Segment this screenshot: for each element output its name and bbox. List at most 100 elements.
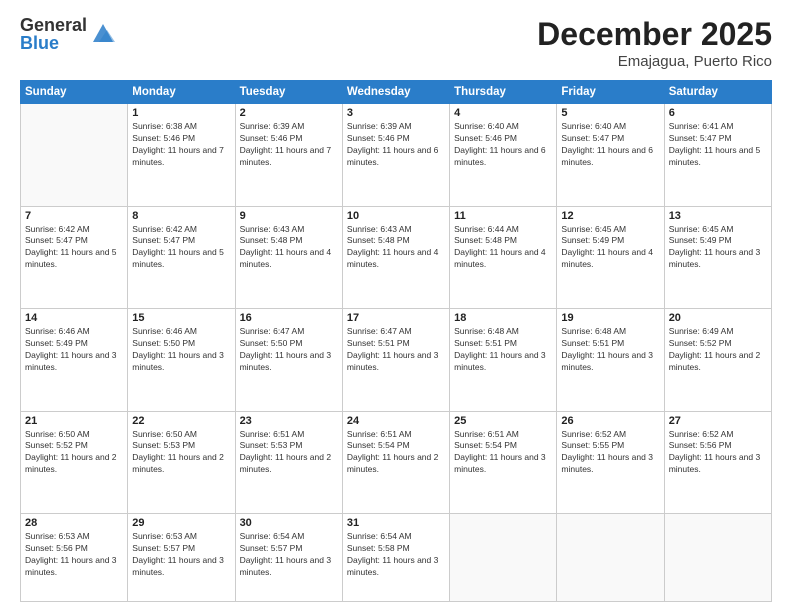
calendar-week-row: 14 Sunrise: 6:46 AMSunset: 5:49 PMDayligh… xyxy=(21,309,772,412)
day-number: 28 xyxy=(25,517,123,529)
day-number: 17 xyxy=(347,312,445,324)
header: General Blue December 2025 Emajagua, Pue… xyxy=(20,16,772,70)
day-info: Sunrise: 6:54 AMSunset: 5:58 PMDaylight:… xyxy=(347,531,445,579)
day-info: Sunrise: 6:53 AMSunset: 5:57 PMDaylight:… xyxy=(132,531,230,579)
logo-blue: Blue xyxy=(20,34,87,52)
table-row: 22 Sunrise: 6:50 AMSunset: 5:53 PMDayligh… xyxy=(128,411,235,514)
day-info: Sunrise: 6:49 AMSunset: 5:52 PMDaylight:… xyxy=(669,326,767,374)
day-number: 19 xyxy=(561,312,659,324)
day-number: 10 xyxy=(347,210,445,222)
day-info: Sunrise: 6:46 AMSunset: 5:49 PMDaylight:… xyxy=(25,326,123,374)
table-row: 2Sunrise: 6:39 AMSunset: 5:46 PMDaylight… xyxy=(235,104,342,207)
calendar-header-row: Sunday Monday Tuesday Wednesday Thursday… xyxy=(21,81,772,104)
day-info: Sunrise: 6:48 AMSunset: 5:51 PMDaylight:… xyxy=(561,326,659,374)
day-number: 25 xyxy=(454,415,552,427)
day-number: 12 xyxy=(561,210,659,222)
col-wednesday: Wednesday xyxy=(342,81,449,104)
day-number: 30 xyxy=(240,517,338,529)
day-info: Sunrise: 6:50 AMSunset: 5:53 PMDaylight:… xyxy=(132,429,230,477)
day-number: 21 xyxy=(25,415,123,427)
day-info: Sunrise: 6:42 AMSunset: 5:47 PMDaylight:… xyxy=(132,224,230,272)
table-row: 6 Sunrise: 6:41 AMSunset: 5:47 PMDaylight… xyxy=(664,104,771,207)
calendar-week-row: 28Sunrise: 6:53 AMSunset: 5:56 PMDayligh… xyxy=(21,514,772,602)
day-info: Sunrise: 6:44 AMSunset: 5:48 PMDaylight:… xyxy=(454,224,552,272)
day-number: 20 xyxy=(669,312,767,324)
table-row: 15Sunrise: 6:46 AMSunset: 5:50 PMDayligh… xyxy=(128,309,235,412)
day-info: Sunrise: 6:43 AMSunset: 5:48 PMDaylight:… xyxy=(240,224,338,272)
day-info: Sunrise: 6:47 AMSunset: 5:50 PMDaylight:… xyxy=(240,326,338,374)
table-row: 9Sunrise: 6:43 AMSunset: 5:48 PMDaylight… xyxy=(235,206,342,309)
day-info: Sunrise: 6:39 AMSunset: 5:46 PMDaylight:… xyxy=(240,121,338,169)
table-row: 11 Sunrise: 6:44 AMSunset: 5:48 PMDayligh… xyxy=(450,206,557,309)
table-row: 30Sunrise: 6:54 AMSunset: 5:57 PMDayligh… xyxy=(235,514,342,602)
table-row xyxy=(21,104,128,207)
day-info: Sunrise: 6:45 AMSunset: 5:49 PMDaylight:… xyxy=(669,224,767,272)
table-row: 25 Sunrise: 6:51 AMSunset: 5:54 PMDayligh… xyxy=(450,411,557,514)
table-row: 5Sunrise: 6:40 AMSunset: 5:47 PMDaylight… xyxy=(557,104,664,207)
day-number: 7 xyxy=(25,210,123,222)
page: General Blue December 2025 Emajagua, Pue… xyxy=(0,0,792,612)
day-number: 18 xyxy=(454,312,552,324)
day-info: Sunrise: 6:43 AMSunset: 5:48 PMDaylight:… xyxy=(347,224,445,272)
day-info: Sunrise: 6:46 AMSunset: 5:50 PMDaylight:… xyxy=(132,326,230,374)
day-info: Sunrise: 6:48 AMSunset: 5:51 PMDaylight:… xyxy=(454,326,552,374)
table-row: 16Sunrise: 6:47 AMSunset: 5:50 PMDayligh… xyxy=(235,309,342,412)
logo-general: General xyxy=(20,16,87,34)
table-row: 28Sunrise: 6:53 AMSunset: 5:56 PMDayligh… xyxy=(21,514,128,602)
day-number: 23 xyxy=(240,415,338,427)
table-row: 20 Sunrise: 6:49 AMSunset: 5:52 PMDayligh… xyxy=(664,309,771,412)
table-row: 21 Sunrise: 6:50 AMSunset: 5:52 PMDayligh… xyxy=(21,411,128,514)
day-info: Sunrise: 6:41 AMSunset: 5:47 PMDaylight:… xyxy=(669,121,767,169)
title-block: December 2025 Emajagua, Puerto Rico xyxy=(537,16,772,70)
day-info: Sunrise: 6:40 AMSunset: 5:47 PMDaylight:… xyxy=(561,121,659,169)
day-info: Sunrise: 6:38 AMSunset: 5:46 PMDaylight:… xyxy=(132,121,230,169)
day-info: Sunrise: 6:51 AMSunset: 5:54 PMDaylight:… xyxy=(454,429,552,477)
table-row: 17 Sunrise: 6:47 AMSunset: 5:51 PMDayligh… xyxy=(342,309,449,412)
table-row: 26Sunrise: 6:52 AMSunset: 5:55 PMDayligh… xyxy=(557,411,664,514)
col-thursday: Thursday xyxy=(450,81,557,104)
logo: General Blue xyxy=(20,16,117,52)
day-number: 31 xyxy=(347,517,445,529)
day-info: Sunrise: 6:39 AMSunset: 5:46 PMDaylight:… xyxy=(347,121,445,169)
table-row: 27Sunrise: 6:52 AMSunset: 5:56 PMDayligh… xyxy=(664,411,771,514)
calendar-week-row: 21 Sunrise: 6:50 AMSunset: 5:52 PMDayligh… xyxy=(21,411,772,514)
calendar-body: 1Sunrise: 6:38 AMSunset: 5:46 PMDaylight… xyxy=(21,104,772,602)
table-row: 29 Sunrise: 6:53 AMSunset: 5:57 PMDayligh… xyxy=(128,514,235,602)
day-info: Sunrise: 6:40 AMSunset: 5:46 PMDaylight:… xyxy=(454,121,552,169)
day-number: 14 xyxy=(25,312,123,324)
col-sunday: Sunday xyxy=(21,81,128,104)
day-info: Sunrise: 6:47 AMSunset: 5:51 PMDaylight:… xyxy=(347,326,445,374)
col-saturday: Saturday xyxy=(664,81,771,104)
table-row: 19 Sunrise: 6:48 AMSunset: 5:51 PMDayligh… xyxy=(557,309,664,412)
table-row: 18 Sunrise: 6:48 AMSunset: 5:51 PMDayligh… xyxy=(450,309,557,412)
day-number: 8 xyxy=(132,210,230,222)
table-row: 7 Sunrise: 6:42 AMSunset: 5:47 PMDaylight… xyxy=(21,206,128,309)
location: Emajagua, Puerto Rico xyxy=(537,53,772,70)
day-info: Sunrise: 6:50 AMSunset: 5:52 PMDaylight:… xyxy=(25,429,123,477)
table-row xyxy=(664,514,771,602)
day-number: 13 xyxy=(669,210,767,222)
table-row: 4 Sunrise: 6:40 AMSunset: 5:46 PMDaylight… xyxy=(450,104,557,207)
table-row: 14 Sunrise: 6:46 AMSunset: 5:49 PMDayligh… xyxy=(21,309,128,412)
day-number: 27 xyxy=(669,415,767,427)
table-row: 8 Sunrise: 6:42 AMSunset: 5:47 PMDaylight… xyxy=(128,206,235,309)
day-info: Sunrise: 6:51 AMSunset: 5:54 PMDaylight:… xyxy=(347,429,445,477)
day-number: 22 xyxy=(132,415,230,427)
col-tuesday: Tuesday xyxy=(235,81,342,104)
calendar-week-row: 1Sunrise: 6:38 AMSunset: 5:46 PMDaylight… xyxy=(21,104,772,207)
calendar-week-row: 7 Sunrise: 6:42 AMSunset: 5:47 PMDaylight… xyxy=(21,206,772,309)
day-number: 29 xyxy=(132,517,230,529)
table-row: 12Sunrise: 6:45 AMSunset: 5:49 PMDayligh… xyxy=(557,206,664,309)
day-number: 26 xyxy=(561,415,659,427)
day-number: 11 xyxy=(454,210,552,222)
day-number: 3 xyxy=(347,107,445,119)
table-row xyxy=(557,514,664,602)
day-info: Sunrise: 6:42 AMSunset: 5:47 PMDaylight:… xyxy=(25,224,123,272)
logo-icon xyxy=(89,20,117,48)
day-number: 4 xyxy=(454,107,552,119)
table-row: 1Sunrise: 6:38 AMSunset: 5:46 PMDaylight… xyxy=(128,104,235,207)
table-row: 3 Sunrise: 6:39 AMSunset: 5:46 PMDaylight… xyxy=(342,104,449,207)
logo-text: General Blue xyxy=(20,16,87,52)
day-number: 6 xyxy=(669,107,767,119)
day-info: Sunrise: 6:51 AMSunset: 5:53 PMDaylight:… xyxy=(240,429,338,477)
